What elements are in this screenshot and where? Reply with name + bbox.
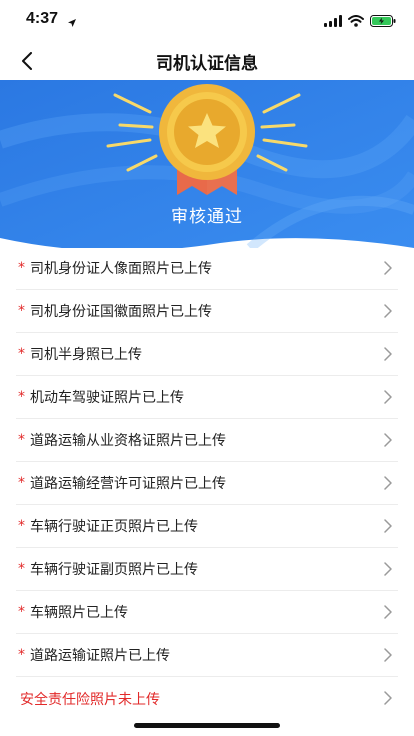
status-bar: 4:37 — [0, 0, 414, 40]
chevron-right-icon — [384, 605, 392, 619]
wifi-icon — [348, 12, 364, 31]
home-indicator — [134, 723, 280, 728]
signal-icon — [324, 12, 342, 31]
list-item[interactable]: * 道路运输从业资格证照片已上传 — [16, 419, 398, 462]
status-time: 4:37 — [26, 10, 59, 27]
page-title: 司机认证信息 — [156, 54, 258, 74]
battery-charging-icon — [370, 12, 396, 31]
required-marker: * — [18, 432, 25, 448]
list-item[interactable]: * 司机半身照已上传 — [16, 333, 398, 376]
list-item-label: 车辆行驶证副页照片已上传 — [30, 562, 198, 578]
approval-status-text: 审核通过 — [171, 207, 243, 227]
chevron-right-icon — [384, 476, 392, 490]
list-item[interactable]: 安全责任险照片未上传 — [16, 677, 398, 720]
list-item[interactable]: * 车辆行驶证副页照片已上传 — [16, 548, 398, 591]
chevron-right-icon — [384, 433, 392, 447]
list-item[interactable]: * 司机身份证国徽面照片已上传 — [16, 290, 398, 333]
required-marker: * — [18, 346, 25, 362]
required-marker: * — [18, 260, 25, 276]
chevron-right-icon — [384, 648, 392, 662]
chevron-right-icon — [384, 261, 392, 275]
required-marker: * — [18, 561, 25, 577]
chevron-right-icon — [384, 691, 392, 705]
document-list: * 司机身份证人像面照片已上传 * 司机身份证国徽面照片已上传 * 司机半身照已上传 * 机动… — [0, 247, 414, 720]
approval-banner: 审核通过 — [0, 80, 414, 248]
required-marker: * — [18, 303, 25, 319]
list-item-label: 司机半身照已上传 — [30, 347, 142, 363]
required-marker: * — [18, 389, 25, 405]
required-marker: * — [18, 475, 25, 491]
required-marker: * — [18, 604, 25, 620]
nav-bar: 司机认证信息 — [0, 40, 414, 80]
chevron-right-icon — [384, 519, 392, 533]
list-item-label: 司机身份证人像面照片已上传 — [30, 261, 212, 277]
chevron-right-icon — [384, 347, 392, 361]
list-item-label: 车辆行驶证正页照片已上传 — [30, 519, 198, 535]
list-item[interactable]: * 道路运输经营许可证照片已上传 — [16, 462, 398, 505]
chevron-right-icon — [384, 304, 392, 318]
list-item[interactable]: * 车辆行驶证正页照片已上传 — [16, 505, 398, 548]
chevron-right-icon — [384, 562, 392, 576]
required-marker: * — [18, 518, 25, 534]
list-item[interactable]: * 道路运输证照片已上传 — [16, 634, 398, 677]
list-item[interactable]: * 司机身份证人像面照片已上传 — [16, 247, 398, 290]
list-item-label: 司机身份证国徽面照片已上传 — [30, 304, 212, 320]
list-item-label: 安全责任险照片未上传 — [20, 691, 160, 708]
location-arrow-icon — [67, 13, 77, 32]
list-item[interactable]: * 机动车驾驶证照片已上传 — [16, 376, 398, 419]
list-item-label: 车辆照片已上传 — [30, 605, 128, 621]
list-item[interactable]: * 车辆照片已上传 — [16, 591, 398, 634]
list-item-label: 道路运输证照片已上传 — [30, 648, 170, 664]
list-item-label: 机动车驾驶证照片已上传 — [30, 390, 184, 406]
list-item-label: 道路运输经营许可证照片已上传 — [30, 476, 226, 492]
required-marker: * — [18, 647, 25, 663]
chevron-right-icon — [384, 390, 392, 404]
list-item-label: 道路运输从业资格证照片已上传 — [30, 433, 226, 449]
